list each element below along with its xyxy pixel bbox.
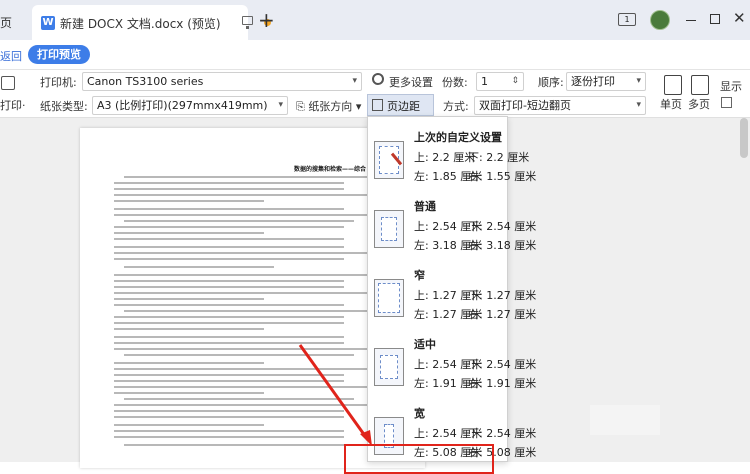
watermark-blur [590, 405, 660, 435]
arrow-line [298, 344, 370, 441]
highlight-box [344, 444, 494, 474]
annotation-arrow [298, 344, 372, 446]
